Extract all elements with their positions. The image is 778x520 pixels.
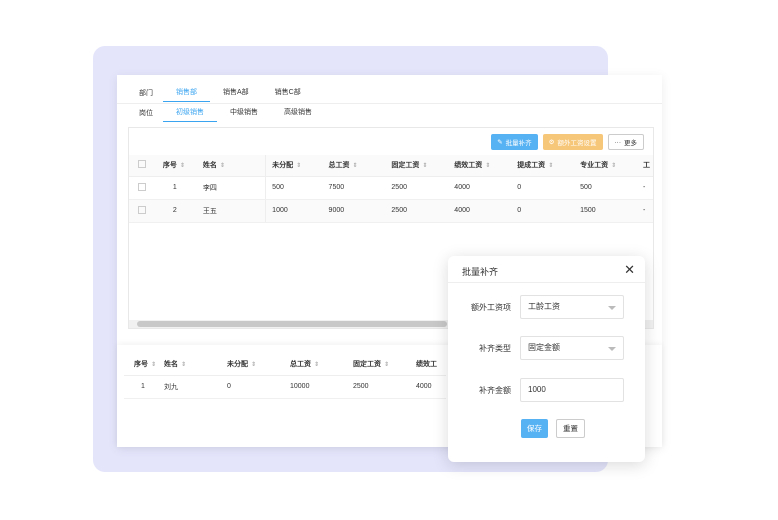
col-header-fixed[interactable]: 固定工资 ⇕ [391,155,455,177]
row-checkbox[interactable] [138,182,146,191]
gear-icon: ⚙ [548,139,555,146]
sort-icon: ⇕ [611,163,617,170]
extra-salary-item-select[interactable]: 工龄工资 [520,295,624,319]
cell-professional: 1500 [580,199,643,223]
col-header-index[interactable]: 序号 ⇕ [124,354,164,376]
fill-type-select[interactable]: 固定金额 [520,336,624,360]
field-label: 额外工资项 [471,303,511,312]
cell-commission: 0 [517,176,581,200]
cell-unassigned: 500 [265,176,329,200]
cell-fixed: 2500 [391,176,455,200]
tab-post-middle[interactable]: 中级销售 [217,104,271,122]
batch-fill-dialog: 批量补齐 ✕ 额外工资项 工龄工资 补齐类型 固定金额 补齐金额 1000 保存… [448,256,645,462]
col-header-index[interactable]: 序号 ⇕ [162,155,203,177]
cell-commission: 0 [517,199,581,223]
cell-fixed: 2500 [353,375,416,399]
save-button[interactable]: 保存 [521,419,548,438]
tab-dept-sales-a[interactable]: 销售A部 [210,84,262,102]
tab-dept-sales-c[interactable]: 销售C部 [262,84,314,102]
salary-table: 序号 ⇕ 姓名 ⇕ 未分配 ⇕ 总工资 ⇕ 固定工资 ⇕ 绩效工资 ⇕ 提成工资 ⇕ 专业工资… [129,155,653,223]
sort-icon: ⇕ [296,163,302,170]
extra-salary-settings-button[interactable]: ⚙ 额外工资设置 [542,134,603,150]
cell-total: 9000 [328,199,392,223]
pencil-icon: ✎ [497,139,503,146]
cell-unassigned: 1000 [265,199,329,223]
col-header-fixed[interactable]: 固定工资 ⇕ [353,354,416,376]
cell-performance: 4000 [416,375,446,399]
dept-tab-row: 部门 销售部 销售A部 销售C部 [127,84,314,102]
sort-icon: ⇕ [151,362,157,369]
col-header-unassigned[interactable]: 未分配 ⇕ [227,354,290,376]
table-row[interactable]: 2 王五 1000 9000 2500 4000 0 1500 - [129,199,653,223]
dialog-actions: 保存 重置 [521,419,585,438]
sort-icon: ⇕ [485,163,491,170]
cell-name: 李四 [202,176,267,200]
extra-salary-item-row: 额外工资项 工龄工资 [448,295,645,319]
cell-name: 刘九 [164,375,227,399]
cell-truncated: - [642,199,653,223]
field-label: 补齐金额 [479,386,511,395]
col-header-total[interactable]: 总工资 ⇕ [328,155,392,177]
sort-icon: ⇕ [314,362,320,369]
cell-name: 王五 [202,199,267,223]
select-all-checkbox[interactable] [138,160,146,169]
close-icon[interactable]: ✕ [624,262,635,278]
sort-icon: ⇕ [251,362,257,369]
table-header-row: 序号 ⇕ 姓名 ⇕ 未分配 ⇕ 总工资 ⇕ 固定工资 ⇕ 绩效工资 ⇕ 提成工资 ⇕ 专业工资… [129,155,653,177]
batch-fill-button[interactable]: ✎ 批量补齐 [491,134,538,150]
secondary-table: 序号 ⇕ 姓名 ⇕ 未分配 ⇕ 总工资 ⇕ 固定工资 ⇕ 绩效工 1 刘九 0 10000… [124,354,446,399]
cell-index: 2 [162,199,203,223]
col-header-professional[interactable]: 专业工资 ⇕ [580,155,643,177]
cell-performance: 4000 [454,199,518,223]
chevron-down-icon [608,306,616,310]
cell-truncated: - [642,176,653,200]
cell-total: 10000 [290,375,353,399]
sort-icon: ⇕ [422,163,428,170]
table-row[interactable]: 1 刘九 0 10000 2500 4000 [124,375,446,399]
sort-icon: ⇕ [181,362,187,369]
sort-icon: ⇕ [352,163,358,170]
cell-performance: 4000 [454,176,518,200]
col-header-performance[interactable]: 绩效工资 ⇕ [454,155,518,177]
fill-amount-input[interactable]: 1000 [520,378,624,402]
cell-unassigned: 0 [227,375,290,399]
row-checkbox[interactable] [138,205,146,214]
dialog-title: 批量补齐 [462,267,499,277]
post-label: 岗位 [139,110,153,117]
chevron-down-icon [608,347,616,351]
sort-icon: ⇕ [548,163,554,170]
sort-icon: ⇕ [219,163,225,170]
col-header-name[interactable]: 姓名 ⇕ [164,354,227,376]
col-header-unassigned[interactable]: 未分配 ⇕ [265,155,329,177]
dialog-header: 批量补齐 ✕ [448,256,645,283]
cell-index: 1 [124,375,164,399]
table-row[interactable]: 1 李四 500 7500 2500 4000 0 500 - [129,176,653,200]
more-button[interactable]: ··· 更多 [607,134,644,150]
cell-professional: 500 [580,176,643,200]
field-label: 补齐类型 [479,344,511,353]
sort-icon: ⇕ [384,362,390,369]
table-toolbar: ✎ 批量补齐 ⚙ 额外工资设置 ··· 更多 [491,134,644,150]
more-dots-icon: ··· [614,138,622,146]
dept-label: 部门 [139,90,153,97]
col-header-total[interactable]: 总工资 ⇕ [290,354,353,376]
fill-type-row: 补齐类型 固定金额 [448,336,645,360]
fill-amount-row: 补齐金额 1000 [448,378,645,402]
cell-total: 7500 [328,176,392,200]
scrollbar-thumb[interactable] [137,321,447,327]
col-header-performance[interactable]: 绩效工 [416,354,446,376]
post-tab-row: 岗位 初级销售 中级销售 高级销售 [127,104,325,122]
cell-fixed: 2500 [391,199,455,223]
reset-button[interactable]: 重置 [556,419,585,438]
col-header-commission[interactable]: 提成工资 ⇕ [517,155,581,177]
col-header-name[interactable]: 姓名 ⇕ [202,155,267,177]
select-all-cell [129,155,163,177]
table-header-row: 序号 ⇕ 姓名 ⇕ 未分配 ⇕ 总工资 ⇕ 固定工资 ⇕ 绩效工 [124,354,446,376]
tab-post-senior[interactable]: 高级销售 [271,104,325,122]
cell-index: 1 [162,176,203,200]
tab-post-junior[interactable]: 初级销售 [163,104,217,122]
col-header-truncated: 工 [642,155,653,177]
tab-dept-sales[interactable]: 销售部 [163,84,210,102]
sort-icon: ⇕ [179,163,185,170]
